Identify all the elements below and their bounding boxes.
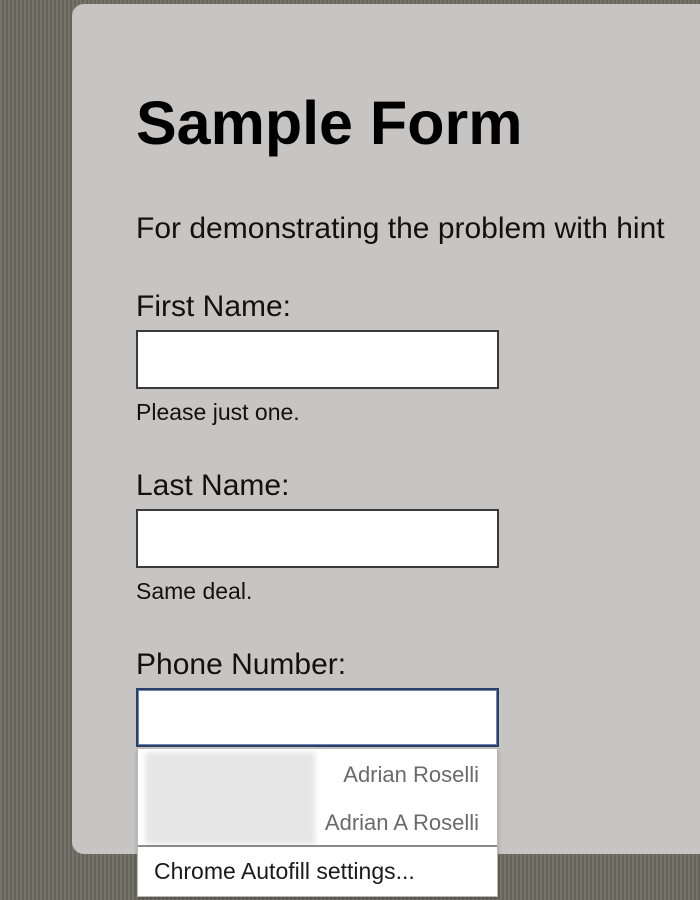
autofill-settings-link[interactable]: Chrome Autofill settings...	[154, 858, 415, 885]
blurred-suggestion-details	[145, 752, 315, 844]
first-name-hint: Please just one.	[136, 399, 300, 425]
last-name-label: Last Name:	[136, 469, 290, 502]
page-title: Sample Form	[136, 89, 523, 157]
intro-text: For demonstrating the problem with hint	[136, 212, 665, 245]
last-name-hint: Same deal.	[136, 578, 253, 604]
first-name-input[interactable]	[136, 330, 499, 389]
phone-number-input[interactable]	[136, 688, 499, 747]
first-name-label: First Name:	[136, 290, 292, 323]
autofill-suggestion[interactable]: Adrian Roselli	[343, 762, 479, 788]
last-name-input[interactable]	[136, 509, 499, 568]
autofill-divider	[138, 845, 497, 847]
phone-number-label: Phone Number:	[136, 648, 347, 681]
autofill-suggestion[interactable]: Adrian A Roselli	[325, 810, 479, 836]
autofill-dropdown: Adrian Roselli Adrian A Roselli Chrome A…	[137, 748, 498, 897]
